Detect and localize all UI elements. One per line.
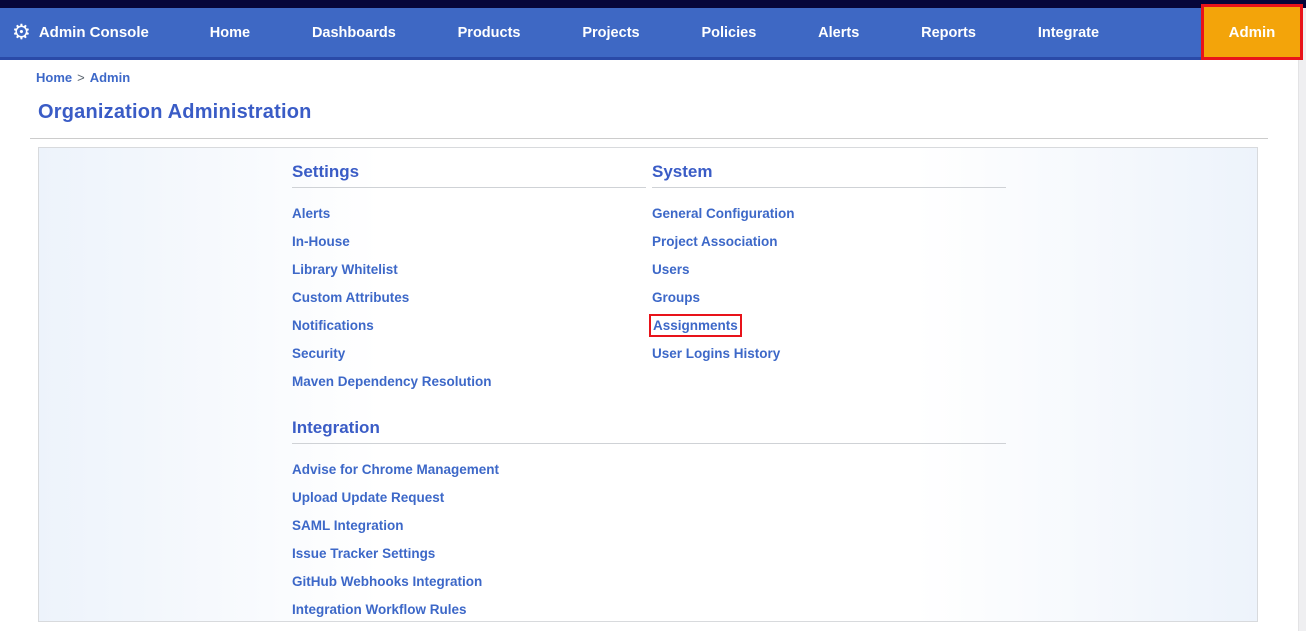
link-label: Upload Update Request bbox=[292, 490, 445, 505]
link-label: Groups bbox=[652, 290, 701, 305]
title-divider bbox=[30, 138, 1268, 139]
link-label: Security bbox=[292, 346, 346, 361]
link-upload-update-request[interactable]: Upload Update Request bbox=[292, 484, 1006, 512]
nav-item-projects[interactable]: Projects bbox=[582, 25, 639, 41]
gear-icon: ⚙ bbox=[12, 21, 31, 44]
nav-item-admin[interactable]: Admin bbox=[1204, 7, 1300, 57]
system-link-list: General Configuration Project Association… bbox=[649, 200, 1006, 368]
nav-links: Home Dashboards Products Projects Policies Al… bbox=[149, 25, 1306, 41]
nav-item-home[interactable]: Home bbox=[210, 25, 250, 41]
breadcrumb-link-admin[interactable]: Admin bbox=[90, 70, 130, 85]
link-label: GitHub Webhooks Integration bbox=[292, 574, 483, 589]
link-project-association[interactable]: Project Association bbox=[652, 228, 1006, 256]
nav-item-policies[interactable]: Policies bbox=[701, 25, 756, 41]
link-saml-integration[interactable]: SAML Integration bbox=[292, 512, 1006, 540]
link-label: Alerts bbox=[292, 206, 331, 221]
link-library-whitelist[interactable]: Library Whitelist bbox=[292, 256, 646, 284]
link-label: Users bbox=[652, 262, 690, 277]
link-user-logins-history[interactable]: User Logins History bbox=[652, 340, 1006, 368]
link-groups[interactable]: Groups bbox=[652, 284, 1006, 312]
link-github-webhooks-integration[interactable]: GitHub Webhooks Integration bbox=[292, 568, 1006, 596]
link-users[interactable]: Users bbox=[652, 256, 1006, 284]
link-label: General Configuration bbox=[652, 206, 795, 221]
brand[interactable]: ⚙ Admin Console bbox=[0, 22, 149, 43]
brand-label: Admin Console bbox=[38, 24, 149, 41]
link-in-house[interactable]: In-House bbox=[292, 228, 646, 256]
annotation-box-admin: Admin bbox=[1201, 4, 1303, 60]
link-notifications[interactable]: Notifications bbox=[292, 312, 646, 340]
link-advise-for-chrome-management[interactable]: Advise for Chrome Management bbox=[292, 456, 1006, 484]
link-label: Library Whitelist bbox=[292, 262, 398, 277]
link-label: Advise for Chrome Management bbox=[292, 462, 500, 477]
link-label: Issue Tracker Settings bbox=[292, 546, 436, 561]
link-integration-workflow-rules[interactable]: Integration Workflow Rules bbox=[292, 596, 1006, 624]
top-navbar: ⚙ Admin Console Home Dashboards Products Pr… bbox=[0, 0, 1306, 60]
section-settings-title: Settings bbox=[292, 162, 646, 188]
top-strip bbox=[0, 0, 1306, 8]
integration-link-list: Advise for Chrome Management Upload Updat… bbox=[292, 456, 1006, 624]
settings-link-list: Alerts In-House Library Whitelist Custom At… bbox=[292, 200, 646, 396]
link-general-configuration[interactable]: General Configuration bbox=[652, 200, 1006, 228]
link-label: Notifications bbox=[292, 318, 374, 333]
nav-item-reports[interactable]: Reports bbox=[921, 25, 976, 41]
nav-item-integrate[interactable]: Integrate bbox=[1038, 25, 1099, 41]
section-integration: Integration Advise for Chrome Management… bbox=[292, 418, 1006, 624]
link-assignments[interactable]: Assignments bbox=[649, 312, 1006, 340]
page-title: Organization Administration bbox=[38, 101, 312, 123]
link-security[interactable]: Security bbox=[292, 340, 646, 368]
navbar: ⚙ Admin Console Home Dashboards Products Pr… bbox=[0, 4, 1306, 60]
annotation-box-assignments: Assignments bbox=[649, 314, 742, 337]
breadcrumb-link-home[interactable]: Home bbox=[36, 70, 72, 85]
link-label: In-House bbox=[292, 234, 350, 249]
vertical-scrollbar[interactable] bbox=[1298, 8, 1306, 631]
link-label: SAML Integration bbox=[292, 518, 404, 533]
link-label: Project Association bbox=[652, 234, 778, 249]
link-label: Custom Attributes bbox=[292, 290, 410, 305]
link-alerts[interactable]: Alerts bbox=[292, 200, 646, 228]
section-system-title: System bbox=[652, 162, 1006, 188]
nav-item-alerts[interactable]: Alerts bbox=[818, 25, 859, 41]
breadcrumb: Home > Admin bbox=[0, 60, 1306, 85]
section-settings: Settings Alerts In-House Library Whitelist… bbox=[292, 162, 646, 396]
link-custom-attributes[interactable]: Custom Attributes bbox=[292, 284, 646, 312]
link-issue-tracker-settings[interactable]: Issue Tracker Settings bbox=[292, 540, 1006, 568]
link-label: Maven Dependency Resolution bbox=[292, 374, 492, 389]
link-maven-dependency-resolution[interactable]: Maven Dependency Resolution bbox=[292, 368, 646, 396]
link-label: User Logins History bbox=[652, 346, 781, 361]
admin-sections-panel: Settings Alerts In-House Library Whitelist… bbox=[38, 147, 1258, 622]
nav-item-dashboards[interactable]: Dashboards bbox=[312, 25, 396, 41]
breadcrumb-separator: > bbox=[77, 70, 85, 85]
nav-item-products[interactable]: Products bbox=[458, 25, 521, 41]
link-label: Integration Workflow Rules bbox=[292, 602, 467, 617]
section-system: System General Configuration Project Asso… bbox=[649, 162, 1006, 396]
section-integration-title: Integration bbox=[292, 418, 1006, 444]
